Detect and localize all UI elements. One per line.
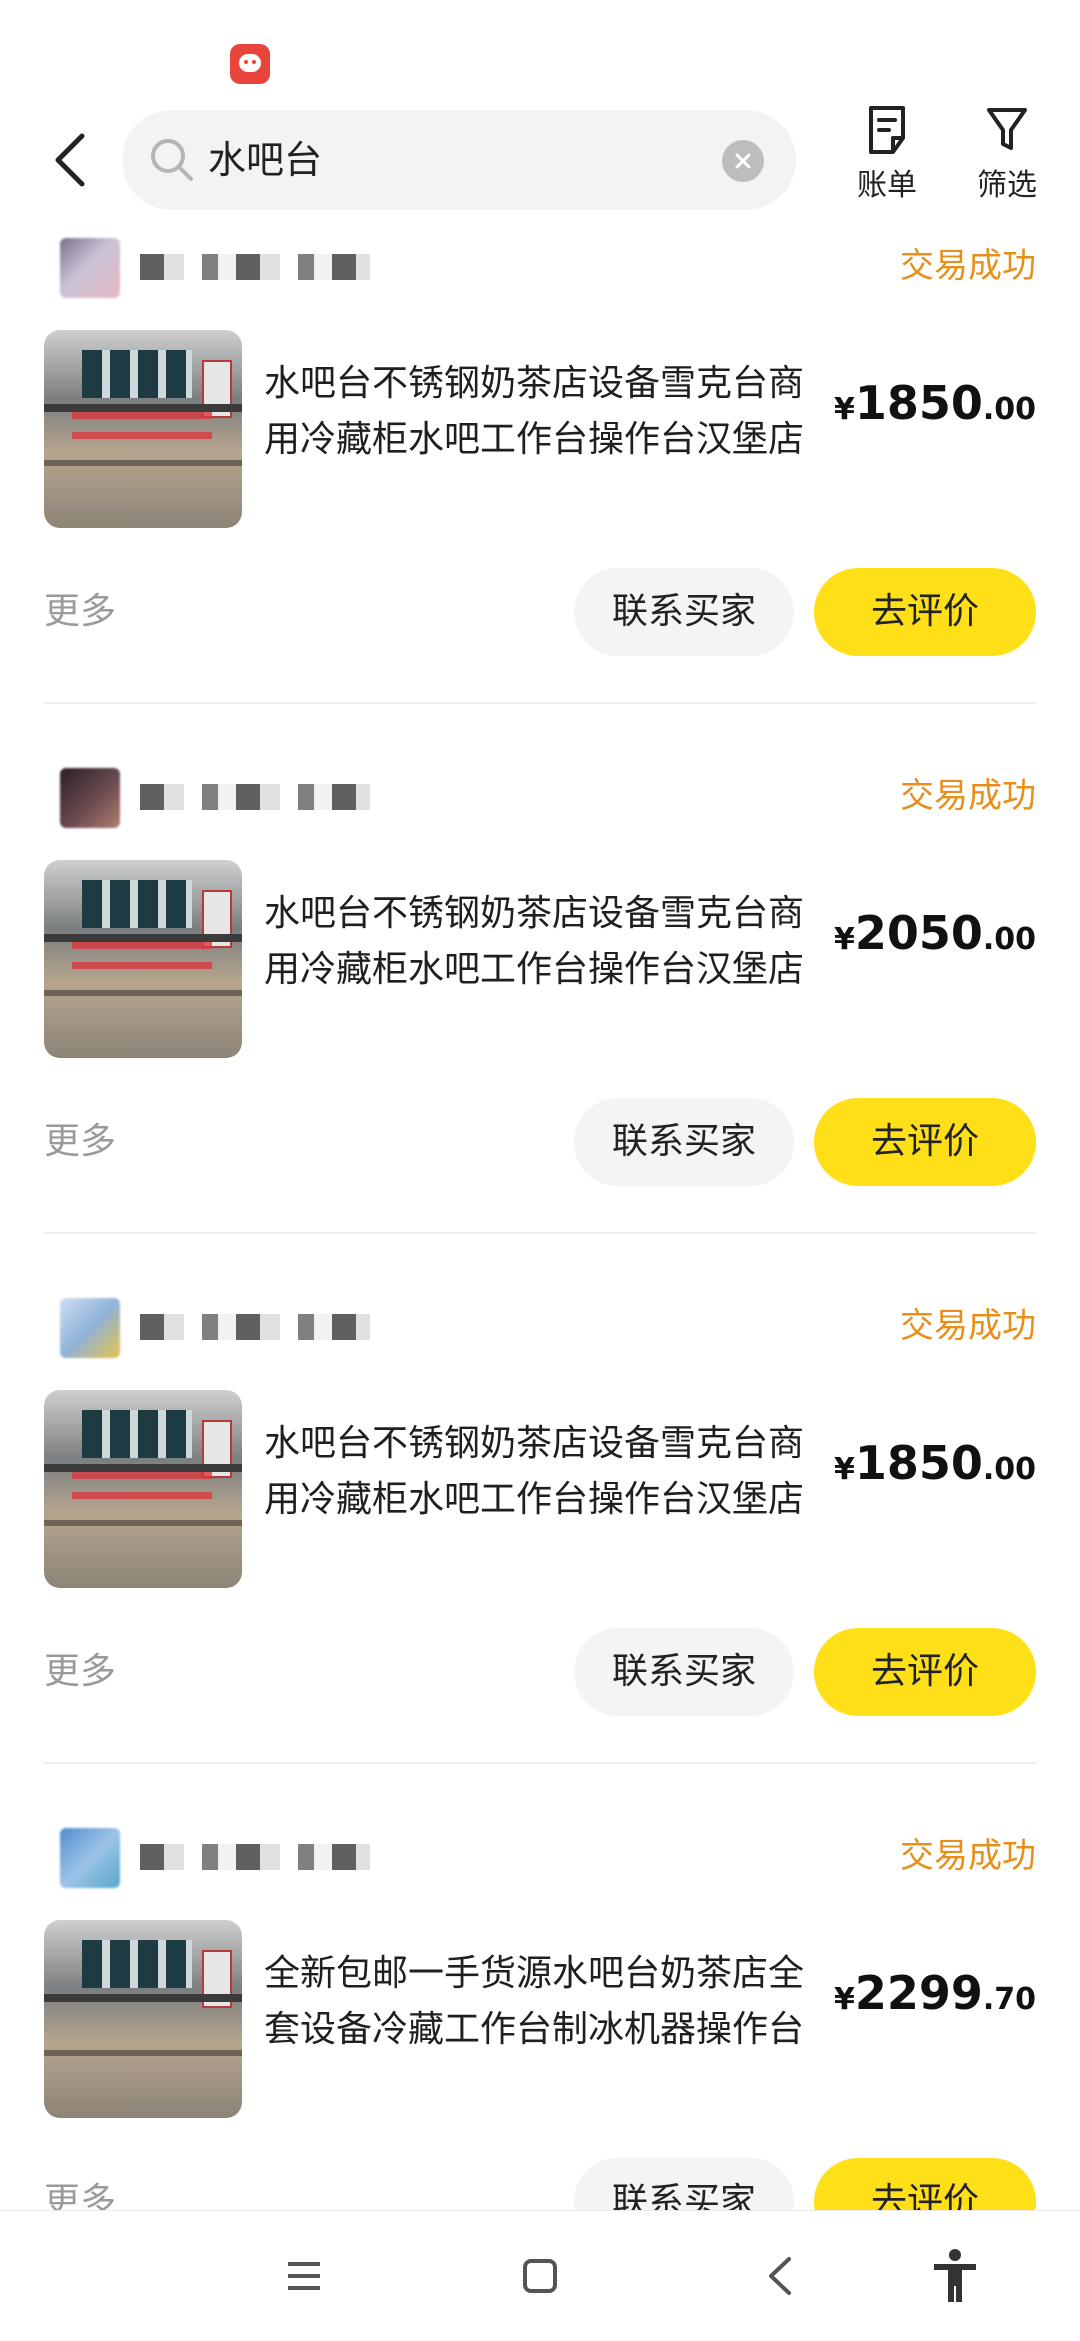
product-title[interactable]: 水吧台不锈钢奶茶店设备雪克台商用冷藏柜水吧工作台操作台汉堡店 (264, 1416, 806, 1528)
bill-icon (869, 106, 905, 154)
product-thumbnail[interactable] (44, 330, 242, 528)
review-button[interactable]: 去评价 (814, 568, 1036, 656)
seller-avatar (60, 238, 120, 298)
seller-avatar (60, 1828, 120, 1888)
price-decimal: .00 (982, 392, 1036, 427)
seller-name-redacted (140, 1314, 370, 1340)
more-button[interactable]: 更多 (44, 1648, 116, 1696)
recent-apps-button[interactable] (264, 2241, 344, 2311)
review-button[interactable]: 去评价 (814, 1628, 1036, 1716)
clear-icon (735, 153, 751, 169)
seller-avatar (60, 768, 120, 828)
filter-button[interactable]: 筛选 (962, 104, 1052, 214)
chevron-left-icon (55, 133, 85, 187)
order-status: 交易成功 (900, 1836, 1036, 1876)
app-notification-icon (230, 44, 270, 84)
price-integer: 1850 (854, 376, 983, 430)
filter-label: 筛选 (977, 168, 1037, 203)
contact-buyer-button[interactable]: 联系买家 (574, 568, 794, 656)
review-button[interactable]: 去评价 (814, 2158, 1036, 2210)
more-button[interactable]: 更多 (44, 1118, 116, 1166)
system-back-button[interactable] (740, 2241, 820, 2311)
accessibility-button[interactable] (915, 2241, 995, 2311)
review-button[interactable]: 去评价 (814, 1098, 1036, 1186)
search-icon (151, 139, 193, 181)
price-symbol: ¥ (833, 392, 855, 427)
status-bar (0, 0, 1080, 100)
product-title[interactable]: 水吧台不锈钢奶茶店设备雪克台商用冷藏柜水吧工作台操作台汉堡店 (264, 886, 806, 998)
system-nav-bar (0, 2210, 1080, 2341)
order-status: 交易成功 (900, 1306, 1036, 1346)
order-card[interactable]: 交易成功 全新包邮一手货源水吧台奶茶店全套设备冷藏工作台制冰机器操作台 ¥229… (0, 1820, 1080, 2210)
price-symbol: ¥ (833, 922, 855, 957)
search-input[interactable]: 水吧台 (208, 132, 322, 188)
back-button[interactable] (40, 120, 100, 200)
order-card[interactable]: 交易成功 水吧台不锈钢奶茶店设备雪克台商用冷藏柜水吧工作台操作台汉堡店 ¥185… (0, 1290, 1080, 1820)
order-status: 交易成功 (900, 776, 1036, 816)
product-title[interactable]: 全新包邮一手货源水吧台奶茶店全套设备冷藏工作台制冰机器操作台 (264, 1946, 806, 2058)
price-decimal: .00 (982, 1452, 1036, 1487)
price-integer: 2299 (854, 1966, 983, 2020)
order-status: 交易成功 (900, 246, 1036, 286)
more-button[interactable]: 更多 (44, 588, 116, 636)
menu-icon (288, 2262, 320, 2290)
contact-buyer-button[interactable]: 联系买家 (574, 2158, 794, 2210)
contact-buyer-button[interactable]: 联系买家 (574, 1628, 794, 1716)
top-bar: 水吧台 账单 筛选 (0, 100, 1080, 230)
bill-label: 账单 (857, 168, 917, 203)
seller-avatar (60, 1298, 120, 1358)
seller-name-redacted (140, 784, 370, 810)
price-decimal: .70 (982, 1982, 1036, 2017)
accessibility-icon (934, 2249, 976, 2302)
home-icon (523, 2259, 557, 2293)
more-button[interactable]: 更多 (44, 2178, 116, 2210)
price-integer: 1850 (854, 1436, 983, 1490)
product-thumbnail[interactable] (44, 860, 242, 1058)
divider (44, 702, 1036, 704)
back-icon (769, 2257, 791, 2295)
price: ¥2050.00 (834, 906, 1036, 960)
home-button[interactable] (500, 2241, 580, 2311)
order-card[interactable]: 交易成功 水吧台不锈钢奶茶店设备雪克台商用冷藏柜水吧工作台操作台汉堡店 ¥185… (0, 230, 1080, 760)
clear-search-button[interactable] (722, 140, 764, 182)
price: ¥1850.00 (834, 376, 1036, 430)
price: ¥1850.00 (834, 1436, 1036, 1490)
price: ¥2299.70 (834, 1966, 1036, 2020)
contact-buyer-button[interactable]: 联系买家 (574, 1098, 794, 1186)
price-integer: 2050 (854, 906, 983, 960)
product-thumbnail[interactable] (44, 1390, 242, 1588)
price-symbol: ¥ (833, 1982, 855, 2017)
order-list: 交易成功 水吧台不锈钢奶茶店设备雪克台商用冷藏柜水吧工作台操作台汉堡店 ¥185… (0, 230, 1080, 2210)
divider (44, 1232, 1036, 1234)
price-decimal: .00 (982, 922, 1036, 957)
search-box[interactable]: 水吧台 (122, 110, 796, 210)
seller-name-redacted (140, 254, 370, 280)
product-title[interactable]: 水吧台不锈钢奶茶店设备雪克台商用冷藏柜水吧工作台操作台汉堡店 (264, 356, 806, 468)
price-symbol: ¥ (833, 1452, 855, 1487)
divider (44, 1762, 1036, 1764)
order-card[interactable]: 交易成功 水吧台不锈钢奶茶店设备雪克台商用冷藏柜水吧工作台操作台汉堡店 ¥205… (0, 760, 1080, 1290)
seller-name-redacted (140, 1844, 370, 1870)
filter-icon (987, 108, 1027, 150)
product-thumbnail[interactable] (44, 1920, 242, 2118)
bill-button[interactable]: 账单 (842, 104, 932, 214)
